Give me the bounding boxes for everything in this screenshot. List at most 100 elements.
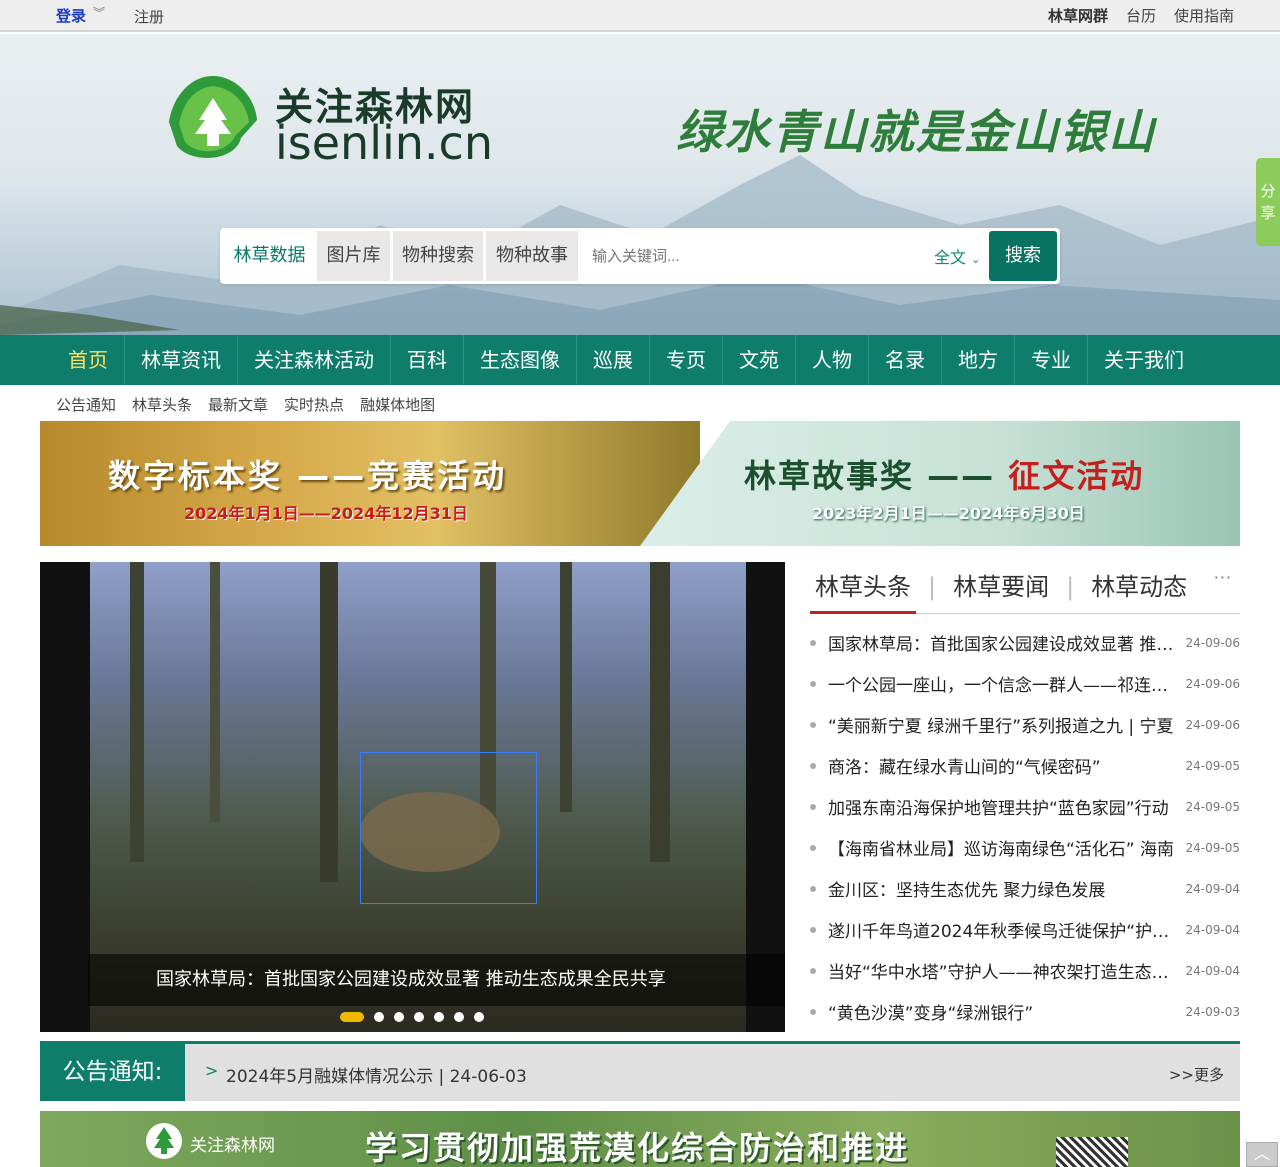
bullet-icon (810, 803, 816, 810)
tab-important-news[interactable]: 林草要闻 (948, 562, 1054, 614)
news-title[interactable]: 【海南省林业局】巡访海南绿色“活化石” 海南 (828, 835, 1178, 860)
carousel-dot[interactable] (434, 1012, 444, 1022)
tab-headlines[interactable]: 林草头条 (810, 562, 916, 614)
nav-encyclopedia[interactable]: 百科 (391, 335, 464, 385)
qr-code-icon (1056, 1137, 1128, 1167)
carousel-caption[interactable]: 国家林草局：首批国家公园建设成效显著 推动生态成果全民共享 (88, 954, 785, 1006)
news-title[interactable]: 加强东南沿海保护地管理共护“蓝色家园”行动 (828, 794, 1178, 819)
news-panel: 林草头条 | 林草要闻 | 林草动态 ··· 国家林草局：首批国家公园建设成效显… (810, 562, 1240, 1032)
promo-right-title-a: 林草故事奖 —— (744, 457, 996, 495)
tab-updates[interactable]: 林草动态 (1086, 562, 1192, 614)
promo-right-title-b: 征文活动 (995, 457, 1145, 495)
news-tabs: 林草头条 | 林草要闻 | 林草动态 ··· (810, 562, 1240, 614)
list-item[interactable]: 国家林草局：首批国家公园建设成效显著 推动生态成果全民共享 24-09-06 (810, 622, 1240, 663)
news-title[interactable]: “美丽新宁夏 绿洲千里行”系列报道之九 | 宁夏 (828, 712, 1178, 737)
search-tab-species[interactable]: 物种搜索 (393, 231, 483, 281)
share-button[interactable]: 分享 (1256, 158, 1280, 246)
news-date: 24-09-06 (1185, 717, 1240, 732)
search-tab-stories[interactable]: 物种故事 (486, 231, 578, 281)
list-item[interactable]: “美丽新宁夏 绿洲千里行”系列报道之九 | 宁夏 24-09-06 (810, 704, 1240, 745)
carousel-dot[interactable] (454, 1012, 464, 1022)
news-date: 24-09-04 (1185, 922, 1240, 937)
bullet-icon (810, 926, 816, 933)
news-title[interactable]: 国家林草局：首批国家公园建设成效显著 推动生态成果全民共享 (828, 630, 1178, 655)
header-banner: 关注森林网 isenlin.cn 绿水青山就是金山银山 林草数据 图片库 物种搜… (0, 34, 1280, 335)
bullet-icon (810, 762, 816, 769)
top-bar: 登录 ︾ 注册 林草网群 台历 使用指南 (0, 0, 1280, 32)
nav-people[interactable]: 人物 (796, 335, 869, 385)
bullet-icon (810, 639, 816, 646)
search-button[interactable]: 搜索 (989, 231, 1057, 281)
news-date: 24-09-04 (1185, 963, 1240, 978)
register-link[interactable]: 注册 (134, 6, 164, 27)
chevron-down-icon[interactable]: ︾ (93, 4, 105, 21)
promo-right-dates: 2023年2月1日——2024年6月30日 (812, 504, 1085, 523)
news-date: 24-09-06 (1185, 676, 1240, 691)
nav-directory[interactable]: 名录 (869, 335, 942, 385)
subnav-latest[interactable]: 最新文章 (208, 394, 268, 415)
news-title[interactable]: 当好“华中水塔”守护人——神农架打造生态文明 (828, 958, 1178, 983)
list-item[interactable]: “黄色沙漠”变身“绿洲银行” 24-09-03 (810, 991, 1240, 1032)
notice-more-link[interactable]: >>更多 (1169, 1064, 1224, 1085)
news-date: 24-09-05 (1185, 799, 1240, 814)
news-carousel[interactable]: 国家林草局：首批国家公园建设成效显著 推动生态成果全民共享 (40, 562, 785, 1032)
list-item[interactable]: 加强东南沿海保护地管理共护“蓝色家园”行动 24-09-05 (810, 786, 1240, 827)
top-link-guide[interactable]: 使用指南 (1174, 5, 1234, 26)
subnav-hot[interactable]: 实时热点 (284, 394, 344, 415)
top-link-network[interactable]: 林草网群 (1048, 5, 1108, 26)
notice-text[interactable]: 2024年5月融媒体情况公示 | 24-06-03 (226, 1062, 527, 1087)
search-scope-select[interactable]: 全文 ⌄ (934, 244, 980, 268)
nav-tour[interactable]: 巡展 (577, 335, 650, 385)
news-date: 24-09-06 (1185, 635, 1240, 650)
search-tab-images[interactable]: 图片库 (317, 231, 390, 281)
list-item[interactable]: 商洛：藏在绿水青山间的“气候密码” 24-09-05 (810, 745, 1240, 786)
sub-nav: 公告通知 林草头条 最新文章 实时热点 融媒体地图 (56, 394, 435, 415)
nav-local[interactable]: 地方 (942, 335, 1015, 385)
list-item[interactable]: 遂川千年鸟道2024年秋季候鸟迁徙保护“护鸟”行动 24-09-04 (810, 909, 1240, 950)
carousel-dot[interactable] (340, 1012, 364, 1022)
news-title[interactable]: “黄色沙漠”变身“绿洲银行” (828, 999, 1178, 1024)
subnav-headlines[interactable]: 林草头条 (132, 394, 192, 415)
list-item[interactable]: 【海南省林业局】巡访海南绿色“活化石” 海南 24-09-05 (810, 827, 1240, 868)
subnav-media-map[interactable]: 融媒体地图 (360, 394, 435, 415)
carousel-dot[interactable] (374, 1012, 384, 1022)
news-list: 国家林草局：首批国家公园建设成效显著 推动生态成果全民共享 24-09-06 一个… (810, 622, 1240, 1032)
nav-professional[interactable]: 专业 (1015, 335, 1088, 385)
carousel-dot[interactable] (394, 1012, 404, 1022)
list-item[interactable]: 当好“华中水塔”守护人——神农架打造生态文明 24-09-04 (810, 950, 1240, 991)
news-title[interactable]: 金川区：坚持生态优先 聚力绿色发展 (828, 876, 1178, 901)
site-domain: isenlin.cn (275, 116, 493, 170)
carousel-dot[interactable] (474, 1012, 484, 1022)
search-tab-data[interactable]: 林草数据 (223, 231, 316, 281)
list-item[interactable]: 金川区：坚持生态优先 聚力绿色发展 24-09-04 (810, 868, 1240, 909)
search-input[interactable] (592, 236, 922, 276)
promo-banner[interactable]: 数字标本奖 ——竞赛活动 2024年1月1日——2024年12月31日 林草故事… (40, 421, 1240, 546)
nav-home[interactable]: 首页 (52, 335, 125, 385)
news-date: 24-09-05 (1185, 840, 1240, 855)
more-icon[interactable]: ··· (1214, 568, 1232, 587)
news-title[interactable]: 遂川千年鸟道2024年秋季候鸟迁徙保护“护鸟”行动 (828, 917, 1178, 942)
list-item[interactable]: 一个公园一座山，一个信念一群人——祁连山国家公园 24-09-06 (810, 663, 1240, 704)
nav-literature[interactable]: 文苑 (723, 335, 796, 385)
news-title[interactable]: 一个公园一座山，一个信念一群人——祁连山国家公园 (828, 671, 1178, 696)
top-links: 林草网群 台历 使用指南 (1048, 5, 1234, 26)
tree-logo-icon (146, 1123, 182, 1159)
chevron-down-icon: ⌄ (971, 253, 981, 266)
login-link[interactable]: 登录 (56, 5, 86, 26)
back-to-top-button[interactable]: ︿ (1246, 1142, 1278, 1167)
nav-special[interactable]: 专页 (650, 335, 723, 385)
news-date: 24-09-04 (1185, 881, 1240, 896)
subnav-notices[interactable]: 公告通知 (56, 394, 116, 415)
bullet-icon (810, 967, 816, 974)
carousel-dot[interactable] (414, 1012, 424, 1022)
search-scope-label: 全文 (934, 248, 967, 267)
bottom-banner[interactable]: 关注森林网 学习贯彻加强荒漠化综合防治和推进 (40, 1111, 1240, 1167)
nav-eco-images[interactable]: 生态图像 (464, 335, 577, 385)
top-link-calendar[interactable]: 台历 (1126, 5, 1156, 26)
news-title[interactable]: 商洛：藏在绿水青山间的“气候密码” (828, 753, 1178, 778)
nav-about[interactable]: 关于我们 (1088, 335, 1200, 385)
notice-label: 公告通知: (40, 1044, 185, 1101)
nav-news[interactable]: 林草资讯 (125, 335, 238, 385)
nav-activities[interactable]: 关注森林活动 (238, 335, 391, 385)
site-logo[interactable]: 关注森林网 isenlin.cn (165, 72, 493, 172)
